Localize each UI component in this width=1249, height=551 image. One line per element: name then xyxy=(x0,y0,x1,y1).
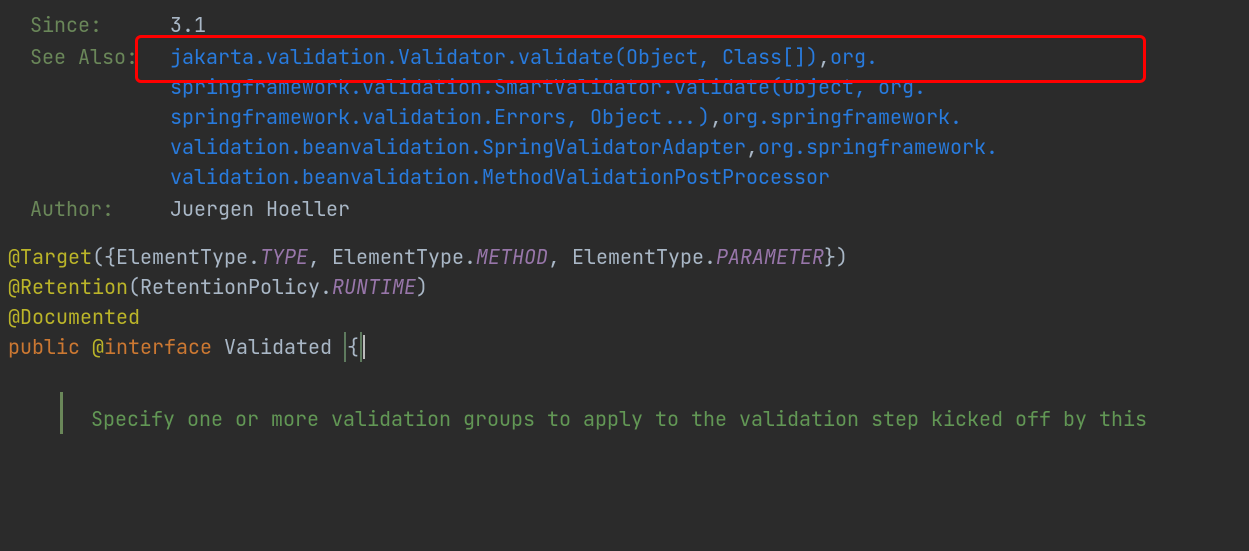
javadoc-link[interactable]: org.springframework. xyxy=(722,104,962,130)
author-label: Author: xyxy=(30,194,170,224)
code-line-target: @Target({ElementType.TYPE, ElementType.M… xyxy=(8,242,1249,272)
code-line-declaration: public @interface Validated { xyxy=(8,332,1249,362)
javadoc-link[interactable]: org. xyxy=(830,44,878,70)
javadoc-link[interactable]: validation.beanvalidation.MethodValidati… xyxy=(170,164,830,190)
annotation-retention: @Retention xyxy=(8,274,128,300)
code-block[interactable]: @Target({ElementType.TYPE, ElementType.M… xyxy=(0,242,1249,362)
code-line-retention: @Retention(RetentionPolicy.RUNTIME) xyxy=(8,272,1249,302)
see-also-row: See Also: jakarta.validation.Validator.v… xyxy=(30,42,1249,192)
javadoc-link[interactable]: springframework.validation.Errors, Objec… xyxy=(170,104,710,130)
since-value: 3.1 xyxy=(170,10,1249,40)
caret-brace: { xyxy=(344,332,362,362)
see-also-label: See Also: xyxy=(30,42,170,192)
javadoc-link[interactable]: validation.beanvalidation.SpringValidato… xyxy=(170,134,746,160)
comment-text: Specify one or more validation groups to… xyxy=(91,392,1147,434)
annotation-documented: @Documented xyxy=(8,304,140,330)
since-row: Since: 3.1 xyxy=(30,10,1249,40)
annotation-target: @Target xyxy=(8,244,92,270)
javadoc-comment-block: Specify one or more validation groups to… xyxy=(60,392,1249,434)
see-also-value: jakarta.validation.Validator.validate(Ob… xyxy=(170,42,1249,192)
javadoc-link[interactable]: springframework.validation.SmartValidato… xyxy=(170,74,926,100)
author-row: Author: Juergen Hoeller xyxy=(30,194,1249,224)
javadoc-link[interactable]: jakarta.validation.Validator.validate(Ob… xyxy=(170,44,818,70)
text-cursor xyxy=(363,335,365,359)
comment-gutter-bar xyxy=(60,392,63,434)
since-label: Since: xyxy=(30,10,170,40)
code-line-documented: @Documented xyxy=(8,302,1249,332)
javadoc-link[interactable]: org.springframework. xyxy=(758,134,998,160)
author-value: Juergen Hoeller xyxy=(170,194,1249,224)
